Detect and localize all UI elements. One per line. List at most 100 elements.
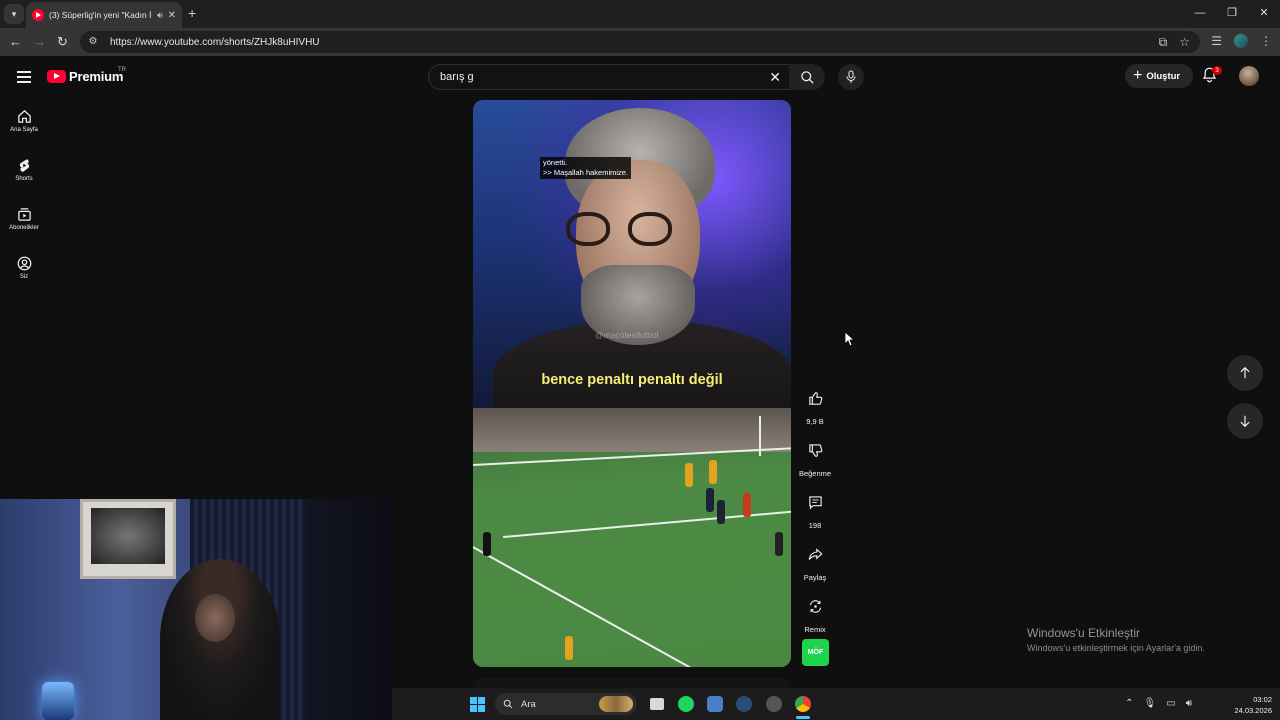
channel-avatar[interactable]: MÖF: [802, 639, 829, 666]
guide-item-subscriptions[interactable]: Abonelikler: [0, 207, 48, 231]
video-caption: bence penaltı penaltı değil: [541, 372, 723, 388]
taskbar-search[interactable]: Ara: [495, 693, 637, 715]
new-tab-icon[interactable]: +: [188, 5, 196, 21]
address-bar[interactable]: ⚙ https://www.youtube.com/shorts/ZHJk8uH…: [80, 31, 1200, 53]
app-icon[interactable]: [707, 696, 723, 712]
player: [706, 488, 714, 512]
task-view-icon[interactable]: [650, 698, 664, 710]
shorts-icon: [19, 159, 29, 172]
goal-post: [759, 416, 761, 456]
minimize-icon[interactable]: —: [1184, 0, 1216, 28]
microphone-icon[interactable]: 🎙︎: [1144, 698, 1157, 709]
next-short-button[interactable]: [1227, 403, 1263, 439]
search-query[interactable]: barış g: [440, 71, 474, 83]
home-icon: [17, 110, 31, 123]
windows-start-icon[interactable]: [470, 697, 485, 712]
logo-text: Premium: [69, 69, 124, 84]
microphone-icon: [846, 70, 856, 83]
url-text[interactable]: https://www.youtube.com/shorts/ZHJk8uHIV…: [110, 37, 320, 48]
back-arrow-icon[interactable]: ←: [9, 34, 22, 49]
previous-short-button[interactable]: [1227, 355, 1263, 391]
browser-tabstrip: ▾ (3) Süperlig'in yeni "Kadın İ 🔊︎ ✕ + —…: [0, 0, 1280, 28]
volume-icon[interactable]: 🔊︎: [1186, 698, 1192, 709]
remix-icon: [809, 599, 821, 613]
taskbar-search-label: Ara: [521, 698, 536, 710]
referee: [483, 532, 491, 556]
create-label: Oluştur: [1146, 70, 1181, 82]
install-app-icon[interactable]: ⧉: [1159, 35, 1168, 50]
chrome-icon[interactable]: [795, 696, 811, 712]
dislike-button[interactable]: [800, 435, 830, 465]
player: [685, 463, 693, 487]
cc-line-2: >> Maşallah hakemimize.: [543, 168, 629, 177]
app-icon[interactable]: [766, 696, 782, 712]
comment-action[interactable]: 198: [796, 487, 834, 530]
clock-date: 24.03.2026: [1234, 706, 1272, 715]
share-action[interactable]: Paylaş: [796, 539, 834, 582]
tab-search-button[interactable]: ▾: [4, 4, 24, 24]
account-avatar[interactable]: [1239, 66, 1259, 86]
wall-picture-frame: [80, 499, 176, 579]
mouse-cursor-icon: [845, 332, 855, 347]
comment-button[interactable]: [800, 487, 830, 517]
chevron-up-icon[interactable]: ⌃: [1125, 698, 1133, 709]
remix-button[interactable]: [800, 591, 830, 621]
restore-icon[interactable]: ❐: [1216, 0, 1248, 28]
guide-label-home: Ana Sayfa: [10, 127, 38, 133]
comment-count: 198: [808, 521, 822, 530]
search-icon: [503, 699, 513, 709]
browser-tab-youtube[interactable]: (3) Süperlig'in yeni "Kadın İ 🔊︎ ✕: [26, 2, 182, 28]
speaker-icon[interactable]: 🔊︎: [157, 10, 163, 21]
thumbs-up-icon: [808, 391, 822, 405]
activation-title: Windows'u Etkinleştir: [1027, 626, 1140, 640]
search-highlight-image: [599, 696, 633, 712]
share-label: Paylaş: [803, 573, 827, 582]
guide-item-shorts[interactable]: Shorts: [0, 158, 48, 182]
remix-action[interactable]: Remix: [796, 591, 834, 634]
forward-arrow-icon[interactable]: →: [33, 34, 46, 49]
active-app-indicator: [796, 716, 810, 719]
remix-label: Remix: [804, 625, 826, 634]
player: [743, 493, 751, 517]
spotify-icon[interactable]: [678, 696, 694, 712]
reading-list-icon[interactable]: ☰: [1211, 34, 1222, 48]
taskbar-clock[interactable]: 03:02 24.03.2026: [1234, 694, 1272, 716]
like-action[interactable]: 9,9 B: [796, 383, 834, 426]
steam-icon[interactable]: [736, 696, 752, 712]
you-icon: [17, 256, 31, 271]
dislike-label: Beğenme: [798, 469, 832, 478]
window-close-icon[interactable]: ✕: [1248, 0, 1280, 28]
guide-item-you[interactable]: Siz: [0, 256, 48, 280]
search-button[interactable]: [789, 64, 825, 90]
arrow-down-icon: [1240, 415, 1250, 428]
bookmark-star-icon[interactable]: ☆: [1179, 35, 1190, 50]
create-button[interactable]: + Oluştur: [1125, 64, 1193, 88]
clear-search-icon[interactable]: ✕: [769, 69, 781, 86]
reload-icon[interactable]: ↻: [57, 34, 68, 50]
close-tab-icon[interactable]: ✕: [168, 10, 176, 21]
share-button[interactable]: [800, 539, 830, 569]
region-code: TR: [118, 67, 126, 73]
video-interview-frame: yönetti. >> Maşallah hakemimize. @maçöte…: [473, 100, 791, 430]
guide-item-home[interactable]: Ana Sayfa: [0, 109, 48, 133]
guide-label-you: Siz: [19, 274, 29, 280]
streamer-face: [195, 594, 235, 642]
webcam-overlay: [0, 499, 392, 720]
voice-search-button[interactable]: [838, 64, 864, 90]
plus-icon: +: [1133, 67, 1143, 84]
hamburger-menu-icon[interactable]: [17, 71, 31, 86]
browser-menu-icon[interactable]: ⋮: [1260, 34, 1272, 48]
windows-taskbar: Ara ⌃ 🎙︎ ▭ 🔊︎ 03:02 24.03.2026: [392, 688, 1280, 720]
shorts-video-player[interactable]: yönetti. >> Maşallah hakemimize. @maçöte…: [473, 100, 791, 667]
arrow-up-icon: [1240, 366, 1250, 379]
site-info-icon[interactable]: ⚙: [86, 35, 100, 49]
like-button[interactable]: [800, 383, 830, 413]
dislike-action[interactable]: Beğenme: [796, 435, 834, 478]
activation-subtitle: Windows'u etkinleştirmek için Ayarlar'a …: [1027, 643, 1205, 653]
search-input[interactable]: barış g ✕: [428, 64, 790, 90]
youtube-premium-logo[interactable]: Premium: [47, 69, 123, 84]
network-icon[interactable]: ▭: [1166, 698, 1175, 709]
subscriptions-icon: [17, 208, 31, 221]
windows-activation-watermark: Windows'u Etkinleştir Windows'u etkinleş…: [1027, 626, 1205, 653]
profile-icon[interactable]: [1234, 34, 1248, 48]
